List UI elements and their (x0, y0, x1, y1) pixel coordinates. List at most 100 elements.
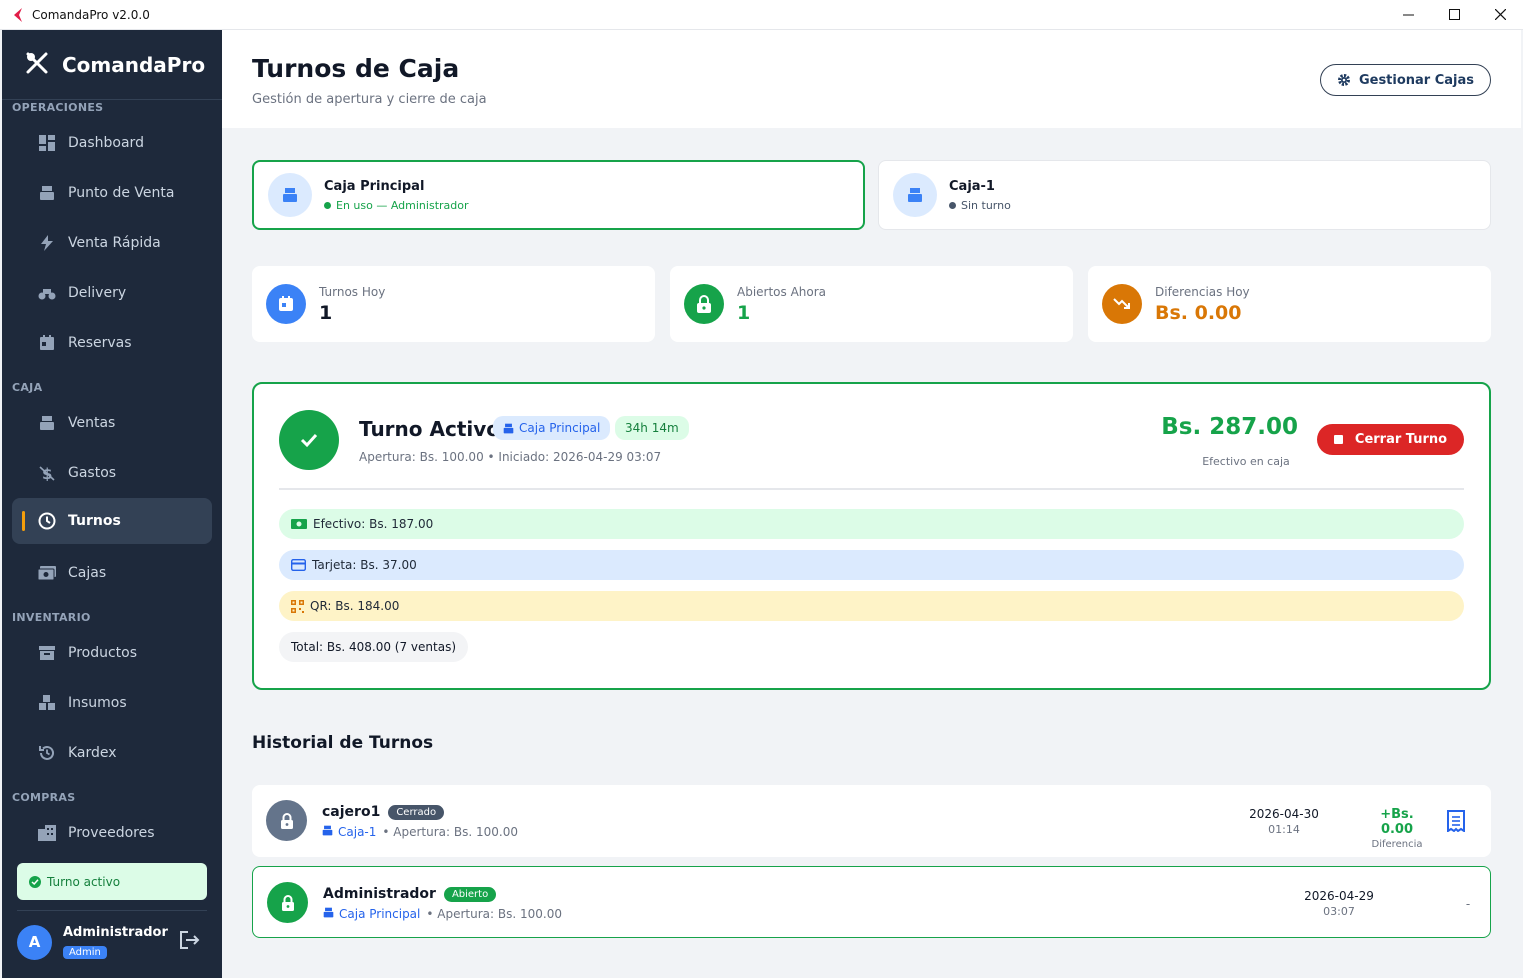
trend-down-icon (1102, 284, 1142, 324)
money-bill-icon (38, 564, 56, 582)
sidebar-item-label: Gastos (68, 465, 117, 481)
cash-register-icon (503, 423, 514, 434)
user-name: Administrador (63, 925, 168, 940)
window-titlebar: ComandaPro v2.0.0 (0, 0, 1523, 30)
history-user: Administrador (323, 886, 436, 902)
history-row[interactable]: cajero1 Cerrado Caja-1 • Apertura: Bs. 1… (252, 785, 1491, 857)
cash-register-icon (323, 907, 334, 921)
caja-status: Sin turno (961, 198, 1011, 212)
app-logo-icon (10, 7, 26, 23)
history-date-value: 2026-04-29 (1304, 889, 1374, 903)
sidebar-item-proveedores[interactable]: Proveedores (12, 810, 212, 856)
calendar-icon (266, 284, 306, 324)
sidebar-item-label: Dashboard (68, 135, 144, 151)
caja-badge-label: Caja Principal (519, 421, 601, 435)
logout-icon[interactable] (179, 930, 201, 954)
history-caja-link[interactable]: Caja Principal (339, 907, 420, 921)
archive-icon (38, 644, 56, 662)
stat-value: 1 (319, 301, 333, 324)
sidebar-item-gastos[interactable]: $ Gastos (12, 450, 212, 496)
stat-value: Bs. 0.00 (1155, 301, 1242, 324)
duration-badge: 34h 14m (615, 416, 689, 440)
sidebar: ComandaPro OPERACIONES Dashboard Punto d… (2, 30, 222, 978)
brand[interactable]: ComandaPro (2, 30, 222, 100)
sidebar-item-label: Insumos (68, 695, 127, 711)
sidebar-item-insumos[interactable]: Insumos (12, 680, 212, 726)
sidebar-item-label: Kardex (68, 745, 117, 761)
sidebar-item-reservas[interactable]: Reservas (12, 320, 212, 366)
stat-label: Diferencias Hoy (1155, 284, 1250, 299)
cash-register-icon (268, 173, 312, 217)
stat-label: Abiertos Ahora (737, 284, 827, 299)
user-profile: A Administrador Admin (17, 920, 207, 964)
gear-icon (1337, 73, 1351, 87)
payment-tarjeta: Tarjeta: Bs. 37.00 (279, 550, 1464, 580)
caja-status: En uso — Administrador (336, 198, 469, 212)
sidebar-item-delivery[interactable]: Delivery (12, 270, 212, 316)
payment-qr: QR: Bs. 184.00 (279, 591, 1464, 621)
receipt-icon[interactable] (1447, 810, 1465, 836)
history-date-value: 2026-04-30 (1249, 807, 1319, 821)
minimize-button[interactable] (1385, 0, 1431, 30)
section-inventario: INVENTARIO (12, 611, 91, 624)
cash-amount: Bs. 287.00 (1161, 414, 1298, 440)
divider (279, 488, 1464, 490)
history-diff-value: +Bs. 0.00 (1380, 807, 1414, 837)
sidebar-item-label: Cajas (68, 565, 107, 581)
user-role-badge: Admin (63, 946, 107, 959)
payment-label: QR: Bs. 184.00 (310, 599, 400, 613)
history-caja-link[interactable]: Caja-1 (338, 825, 376, 839)
sidebar-item-label: Delivery (68, 285, 127, 301)
user-divider (17, 910, 207, 911)
payment-label: Efectivo: Bs. 187.00 (313, 517, 434, 531)
avatar[interactable]: A (17, 924, 52, 960)
sidebar-item-cajas[interactable]: Cajas (12, 550, 212, 596)
money-slash-icon: $ (38, 464, 56, 482)
sidebar-item-label: Reservas (68, 335, 132, 351)
credit-card-icon (291, 559, 306, 571)
sidebar-item-venta-rapida[interactable]: Venta Rápida (12, 220, 212, 266)
bolt-icon (38, 234, 56, 252)
turno-status-text: Turno activo (47, 874, 121, 889)
lock-icon (266, 800, 307, 841)
close-window-button[interactable] (1477, 0, 1523, 30)
maximize-button[interactable] (1431, 0, 1477, 30)
page-title: Turnos de Caja (252, 54, 460, 83)
qr-code-icon (291, 599, 304, 613)
caja-name: Caja Principal (324, 178, 425, 194)
stat-value: 1 (737, 301, 751, 324)
main-content: Turnos de Caja Gestión de apertura y cie… (222, 30, 1521, 978)
history-row[interactable]: Administrador Abierto Caja Principal • A… (252, 866, 1491, 938)
history-apertura: • Apertura: Bs. 100.00 (382, 825, 518, 839)
cash-register-icon (893, 173, 937, 217)
stat-label: Turnos Hoy (319, 284, 386, 299)
cash-label: Efectivo en caja (1202, 455, 1290, 468)
history-diff-value: - (1465, 897, 1471, 911)
sidebar-item-turnos[interactable]: Turnos (12, 498, 212, 544)
history-icon (38, 744, 56, 762)
close-shift-button[interactable]: Cerrar Turno (1317, 424, 1464, 455)
history-time: 01:14 (1268, 823, 1300, 836)
history-diff-label: Diferencia (1371, 839, 1423, 850)
section-caja: CAJA (12, 381, 43, 394)
dashboard-icon (38, 134, 56, 152)
sidebar-item-label: Punto de Venta (68, 185, 175, 201)
section-operaciones: OPERACIONES (12, 101, 104, 114)
manage-cajas-button[interactable]: Gestionar Cajas (1320, 64, 1491, 96)
sidebar-item-dashboard[interactable]: Dashboard (12, 120, 212, 166)
brand-name: ComandaPro (62, 52, 206, 77)
cash-register-icon (322, 825, 333, 839)
history-diff: +Bs. 0.00 Diferencia (1362, 807, 1432, 850)
calendar-icon (38, 334, 56, 352)
sidebar-item-ventas[interactable]: Ventas (12, 400, 212, 446)
sidebar-item-label: Proveedores (68, 825, 155, 841)
sidebar-item-punto-venta[interactable]: Punto de Venta (12, 170, 212, 216)
sidebar-item-productos[interactable]: Productos (12, 630, 212, 676)
check-icon (279, 410, 339, 470)
caja-card-principal[interactable]: Caja Principal En uso — Administrador (252, 160, 865, 230)
active-shift-subtitle: Apertura: Bs. 100.00 • Iniciado: 2026-04… (359, 450, 662, 464)
sidebar-item-kardex[interactable]: Kardex (12, 730, 212, 776)
page-header: Turnos de Caja Gestión de apertura y cie… (222, 30, 1521, 128)
caja-card-1[interactable]: Caja-1 Sin turno (878, 160, 1491, 230)
active-shift-title: Turno Activo (359, 417, 501, 441)
